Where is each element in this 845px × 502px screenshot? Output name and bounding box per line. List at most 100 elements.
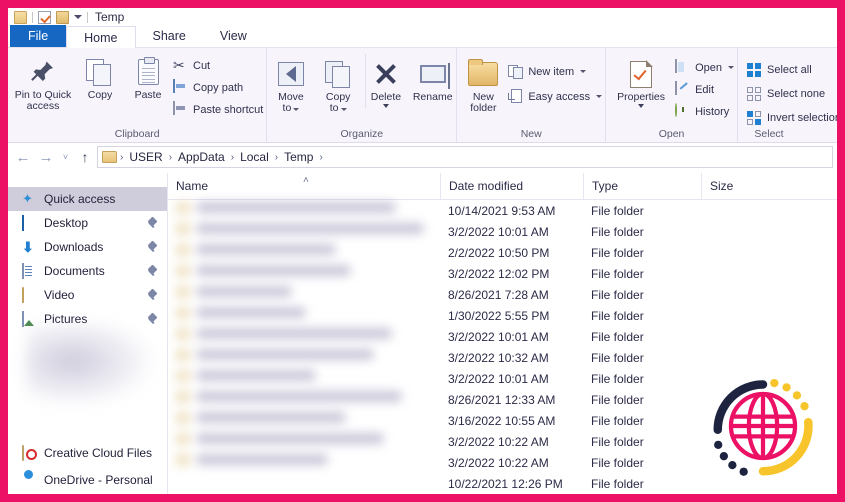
select-commands: Select all Select none Invert selection (747, 56, 837, 127)
table-row[interactable]: 1/30/2022 5:55 PM File folder (168, 305, 837, 326)
rename-button[interactable]: Rename (412, 54, 453, 103)
chevron-down-icon[interactable] (382, 104, 389, 108)
sidebar-item-pictures[interactable]: Pictures (8, 307, 167, 331)
sidebar-item-desktop[interactable]: Desktop (8, 211, 167, 235)
new-item-button[interactable]: New item (508, 62, 602, 81)
table-row[interactable]: 8/26/2021 7:28 AM File folder (168, 284, 837, 305)
breadcrumb-separator: › (274, 151, 279, 163)
edit-button[interactable]: Edit (675, 80, 734, 99)
new-folder-icon[interactable] (56, 10, 69, 24)
select-all-icon (747, 62, 763, 78)
copy-button[interactable]: Copy (77, 52, 123, 101)
copy-to-label-line2: to (329, 102, 339, 114)
chevron-down-icon[interactable] (638, 104, 645, 108)
table-row[interactable]: 3/2/2022 10:01 AM File folder (168, 326, 837, 347)
new-folder-label-line2: folder (470, 102, 497, 114)
breadcrumb-separator: › (230, 151, 235, 163)
desktop-icon (22, 214, 37, 231)
ribbon-group-organize: Move to Copy to Delete Rename Organize (267, 48, 458, 142)
copy-to-icon (325, 57, 351, 91)
sidebar-item-downloads[interactable]: ⬇ Downloads (8, 235, 167, 259)
copy-path-button[interactable]: Copy path (173, 78, 263, 97)
sidebar-item-video[interactable]: Video (8, 283, 167, 307)
pin-icon[interactable] (147, 242, 158, 253)
select-none-button[interactable]: Select none (747, 84, 837, 103)
up-button[interactable]: ↑ (74, 146, 96, 168)
table-row[interactable]: 2/2/2022 10:50 PM File folder (168, 242, 837, 263)
breadcrumb-item-local[interactable]: Local (237, 150, 272, 164)
properties-label: Properties (617, 91, 665, 103)
column-header-type[interactable]: Type (583, 173, 701, 200)
chevron-down-icon[interactable] (596, 95, 603, 98)
forward-button[interactable]: → (35, 146, 57, 168)
tab-view[interactable]: View (203, 25, 264, 47)
tab-home[interactable]: Home (66, 26, 136, 48)
copy-to-button[interactable]: Copy to (318, 54, 359, 114)
cell-date-modified: 1/30/2022 5:55 PM (448, 308, 550, 323)
pin-icon[interactable] (147, 218, 158, 229)
history-label: History (695, 105, 730, 118)
tab-share[interactable]: Share (136, 25, 203, 47)
column-header-date-modified[interactable]: Date modified (440, 173, 583, 200)
sidebar-item-label: OneDrive - Personal (44, 473, 153, 487)
open-icon (675, 58, 691, 76)
tab-file[interactable]: File (10, 25, 67, 47)
invert-selection-button[interactable]: Invert selection (747, 108, 837, 127)
move-to-button[interactable]: Move to (270, 54, 311, 114)
column-header-label: Type (592, 179, 619, 193)
paste-shortcut-button[interactable]: Paste shortcut (173, 100, 263, 119)
chevron-down-icon[interactable] (728, 66, 734, 69)
breadcrumb-item-user[interactable]: USER (126, 150, 165, 164)
breadcrumb[interactable]: › USER › AppData › Local › Temp › (97, 146, 833, 168)
breadcrumb-item-temp[interactable]: Temp (281, 150, 316, 164)
sidebar-item-documents[interactable]: Documents (8, 259, 167, 283)
title-bar: Temp (8, 8, 837, 26)
chevron-down-icon[interactable] (74, 15, 82, 19)
folder-icon[interactable] (14, 10, 27, 24)
history-button[interactable]: History (675, 102, 734, 121)
sidebar-item-onedrive-personal[interactable]: OneDrive - Personal (8, 468, 167, 492)
column-header-size[interactable]: Size (701, 173, 781, 200)
sidebar-item-creative-cloud-files[interactable]: Creative Cloud Files (8, 441, 167, 465)
select-all-button[interactable]: Select all (747, 60, 837, 79)
creative-cloud-icon (22, 444, 37, 461)
easy-access-label: Easy access (528, 90, 591, 103)
column-header-name[interactable]: Name ˄ (168, 173, 440, 200)
new-folder-button[interactable]: New folder (460, 54, 506, 114)
cell-date-modified: 3/16/2022 10:55 AM (448, 413, 556, 428)
delete-button[interactable]: Delete (364, 54, 406, 108)
navigation-pane[interactable]: ✦ Quick access Desktop ⬇ Downloads Docum… (8, 173, 168, 494)
table-row[interactable]: 3/2/2022 12:02 PM File folder (168, 263, 837, 284)
easy-access-button[interactable]: Easy access (508, 87, 603, 106)
cut-button[interactable]: ✂ Cut (173, 56, 263, 75)
sort-ascending-icon: ˄ (303, 174, 309, 186)
pin-icon[interactable] (147, 266, 158, 277)
pink-border-frame: Temp File Home Share View Pin to Quick a… (0, 0, 845, 502)
pin-to-quick-access-button[interactable]: Pin to Quick access (11, 52, 75, 112)
pin-icon[interactable] (147, 290, 158, 301)
breadcrumb-separator: › (120, 151, 124, 163)
column-header-label: Name (176, 179, 209, 193)
redacted-sidebar-region (26, 323, 158, 408)
chevron-down-icon[interactable] (580, 70, 587, 73)
ribbon-tab-strip: File Home Share View (8, 25, 837, 48)
recent-locations-button[interactable]: ˅ (58, 146, 73, 168)
paste-button[interactable]: Paste (125, 52, 171, 101)
open-button[interactable]: Open (675, 58, 734, 77)
properties-button[interactable]: Properties (609, 54, 673, 108)
cell-date-modified: 8/26/2021 12:33 AM (448, 392, 556, 407)
properties-icon[interactable] (38, 10, 51, 24)
back-button[interactable]: ← (12, 146, 34, 168)
sidebar-item-label: Creative Cloud Files (44, 446, 153, 460)
file-explorer-window: Temp File Home Share View Pin to Quick a… (8, 8, 837, 494)
pin-icon[interactable] (147, 314, 158, 325)
sidebar-item-quick-access[interactable]: ✦ Quick access (8, 187, 167, 211)
table-row[interactable]: 3/2/2022 10:01 AM File folder (168, 221, 837, 242)
file-list-pane[interactable]: Name ˄ Date modified Type Size 10/14/202… (168, 173, 837, 494)
table-row[interactable]: 10/14/2021 9:53 AM File folder (168, 200, 837, 221)
breadcrumb-item-appdata[interactable]: AppData (175, 150, 228, 164)
document-icon (22, 262, 37, 279)
cell-type: File folder (591, 203, 644, 218)
select-none-label: Select none (767, 87, 826, 100)
cell-type: File folder (591, 434, 644, 449)
